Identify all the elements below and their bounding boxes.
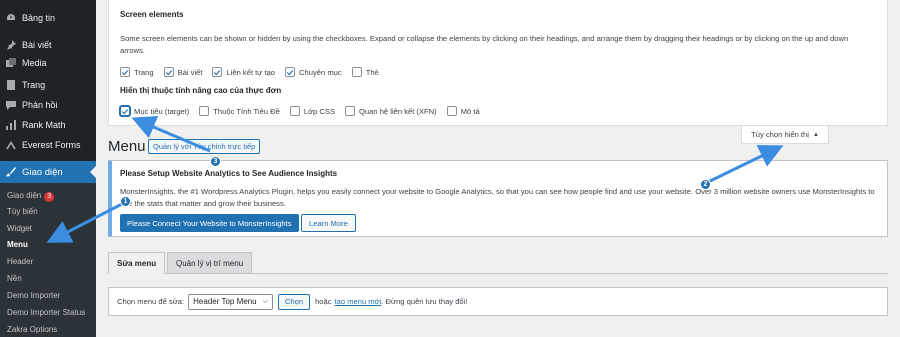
sidebar-item-rank-math[interactable]: Rank Math — [0, 116, 96, 134]
dashboard-icon — [5, 13, 16, 24]
advanced-properties-heading: Hiển thị thuộc tính nâng cao của thực đơ… — [120, 86, 282, 95]
appearance-submenu: Giao diện 3 Tùy biến Widget Menu Header N… — [0, 183, 96, 337]
tab-edit-menus[interactable]: Sửa menu — [108, 252, 166, 274]
caret-up-icon: ▲ — [812, 131, 819, 138]
sidebar-item-label: Phản hồi — [22, 100, 58, 110]
update-count-badge: 3 — [44, 192, 55, 202]
checkbox[interactable] — [212, 67, 223, 77]
sidebar-item-label: Trang — [22, 80, 46, 90]
annotation-step-2: 2 — [700, 179, 711, 190]
notice-title: Please Setup Website Analytics to See Au… — [120, 169, 338, 178]
sidebar-item-pages[interactable]: Trang — [0, 76, 96, 94]
checkbox-posts[interactable]: Bài viết — [163, 67, 203, 77]
submenu-item-customize[interactable]: Tùy biến — [7, 206, 38, 218]
save-reminder-text: . Đừng quên lưu thay đổi! — [381, 297, 468, 306]
form-icon — [5, 140, 16, 151]
manage-with-live-preview-button[interactable]: Quản lý với Tùy chỉnh trực tiếp — [148, 139, 261, 154]
checkbox-pages[interactable]: Trang — [120, 67, 154, 77]
pin-icon — [5, 40, 16, 51]
checkbox-label: Mục tiêu (target) — [134, 106, 190, 116]
sidebar-item-label: Giao diện — [22, 166, 63, 178]
checkbox-label: Thẻ — [365, 67, 379, 77]
sidebar-item-label: Bài viết — [22, 40, 52, 50]
screen-options-toggle[interactable]: Tùy chọn hiển thị ▲ — [741, 126, 829, 144]
chart-icon — [5, 120, 16, 131]
submenu-item-demo-importer[interactable]: Demo Importer — [7, 290, 60, 302]
screen-options-panel: Screen elements Some screen elements can… — [108, 0, 888, 126]
checkbox-tags[interactable]: Thẻ — [351, 67, 379, 77]
screen-options-toggle-label: Tùy chọn hiển thị — [751, 130, 809, 139]
connect-website-button[interactable]: Please Connect Your Website to MonsterIn… — [120, 214, 299, 232]
checkbox-xfn[interactable]: Quan hệ liên kết (XFN) — [345, 106, 437, 116]
submenu-item-background[interactable]: Nền — [7, 273, 22, 285]
checkbox-label: Chuyên mục — [299, 67, 342, 77]
checkbox-link-target[interactable]: Mục tiêu (target) — [120, 106, 189, 116]
select-menu-button[interactable]: Chọn — [277, 293, 311, 310]
select-menu-label: Chọn menu để sửa: — [117, 297, 185, 306]
advanced-properties-checkboxes: Mục tiêu (target) Thuộc Tính Tiêu Đề Lớp… — [120, 106, 490, 116]
checkbox[interactable] — [120, 67, 130, 77]
sidebar-item-appearance[interactable]: Giao diện — [0, 161, 96, 183]
sidebar-item-label: Rank Math — [22, 120, 66, 130]
submenu-item-header[interactable]: Header — [7, 256, 33, 268]
checkbox-label: Bài viết — [177, 67, 203, 77]
screen-elements-checkboxes: Trang Bài viết Liên kết tự tạo Chuyên mụ… — [120, 67, 389, 77]
submenu-item-menus[interactable]: Menu — [7, 239, 28, 251]
sidebar-item-comments[interactable]: Phản hồi — [0, 96, 96, 114]
tab-manage-locations[interactable]: Quản lý vị trí menu — [167, 252, 253, 274]
learn-more-button[interactable]: Learn More — [301, 214, 356, 232]
checkbox[interactable] — [163, 67, 174, 77]
create-new-menu-link[interactable]: tạo menu mới — [335, 297, 382, 306]
or-text: hoặc — [315, 297, 332, 306]
checkbox-title-attribute[interactable]: Thuộc Tính Tiêu Đề — [199, 106, 280, 116]
brush-icon — [5, 167, 16, 178]
screen-elements-heading: Screen elements — [120, 10, 184, 19]
sidebar-item-label: Media — [22, 58, 47, 68]
menu-select[interactable]: Header Top Menu ⌵ — [188, 293, 273, 310]
checkbox[interactable] — [285, 67, 296, 77]
active-indicator — [90, 166, 96, 178]
menu-select-value: Header Top Menu — [193, 297, 257, 306]
annotation-step-1: 1 — [120, 196, 131, 207]
screen-elements-description: Some screen elements can be shown or hid… — [120, 34, 849, 55]
submenu-item-label: Giao diện — [7, 191, 42, 200]
checkbox[interactable] — [446, 106, 457, 116]
select-menu-bar: Chọn menu để sửa: Header Top Menu ⌵ Chọn … — [108, 287, 888, 316]
sidebar-item-media[interactable]: Media — [0, 54, 96, 72]
media-icon — [5, 58, 16, 69]
checkbox-label: Mô tả — [460, 106, 480, 116]
checkbox-label: Thuộc Tính Tiêu Đề — [213, 106, 280, 116]
annotation-step-3: 3 — [210, 156, 221, 167]
notice-text: MonsterInsights, the #1 Wordpress Analyt… — [120, 187, 875, 208]
checkbox[interactable] — [345, 106, 356, 116]
checkbox-label: Quan hệ liên kết (XFN) — [359, 106, 437, 116]
sidebar-item-posts[interactable]: Bài viết — [0, 36, 96, 54]
chevron-down-icon: ⌵ — [262, 297, 268, 305]
submenu-item-zakra-options[interactable]: Zakra Options — [7, 324, 57, 336]
admin-sidebar: Bảng tin Bài viết Media Trang Phản hồi R… — [0, 0, 96, 337]
submenu-item-widgets[interactable]: Widget — [7, 223, 32, 235]
checkbox-label: Lớp CSS — [303, 106, 336, 116]
page-icon — [5, 80, 16, 91]
comment-icon — [5, 100, 16, 111]
checkbox-description[interactable]: Mô tả — [446, 106, 480, 116]
page-title: Menu — [108, 138, 146, 155]
sidebar-item-label: Bảng tin — [22, 13, 56, 23]
checkbox-label: Liên kết tự tạo — [226, 67, 276, 77]
sidebar-item-everest-forms[interactable]: Everest Forms — [0, 136, 96, 154]
checkbox[interactable] — [199, 106, 210, 116]
checkbox-custom-links[interactable]: Liên kết tự tạo — [212, 67, 275, 77]
checkbox-css-classes[interactable]: Lớp CSS — [289, 106, 336, 116]
submenu-item-themes[interactable]: Giao diện 3 — [7, 190, 55, 202]
checkbox-categories[interactable]: Chuyên mục — [285, 67, 342, 77]
monsterinsights-notice: Please Setup Website Analytics to See Au… — [108, 160, 888, 237]
sidebar-item-dashboard[interactable]: Bảng tin — [0, 9, 96, 27]
checkbox[interactable] — [289, 106, 300, 116]
checkbox[interactable] — [120, 106, 130, 116]
checkbox[interactable] — [351, 67, 362, 77]
checkbox-label: Trang — [134, 67, 154, 77]
submenu-item-demo-importer-status[interactable]: Demo Importer Status — [7, 307, 85, 319]
sidebar-item-label: Everest Forms — [22, 140, 81, 150]
